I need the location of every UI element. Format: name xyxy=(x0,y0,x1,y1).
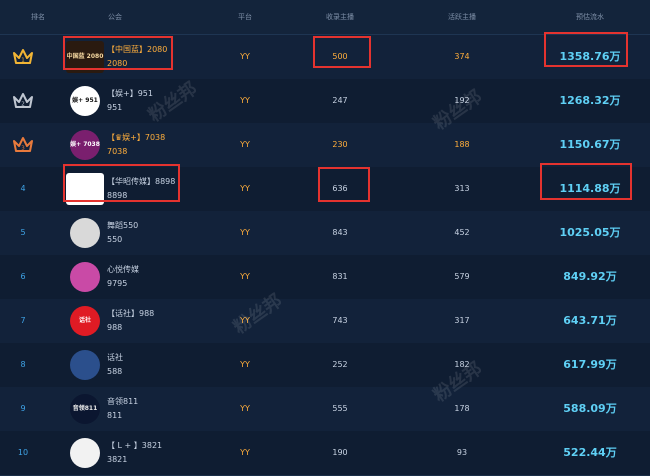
annotation-box-flow-4 xyxy=(540,163,632,200)
rank-number: 4 xyxy=(20,184,26,193)
estimated-flow-cell: 522.44万 xyxy=(563,446,617,459)
platform-cell: YY xyxy=(240,360,250,369)
rank-number: 3 xyxy=(21,146,25,152)
guild-avatar-text: 娱+ 951 xyxy=(72,96,98,104)
estimated-flow-cell: 588.09万 xyxy=(563,402,617,415)
annotation-box-signed-4 xyxy=(318,167,370,202)
platform-cell: YY xyxy=(240,448,250,457)
guild-id: 7038 xyxy=(107,147,128,156)
annotation-box-flow-1 xyxy=(544,32,628,67)
header-guild: 公会 xyxy=(108,13,122,21)
table-row[interactable]: 9 音领811 音领811 811 YY 555 178 588.09万 xyxy=(0,387,650,432)
header-platform: 平台 xyxy=(238,13,252,21)
rank-number: 5 xyxy=(20,228,26,237)
estimated-flow-cell: 1268.32万 xyxy=(559,94,621,107)
annotation-box-guild-4 xyxy=(63,164,180,202)
gold-crown-icon: 1 xyxy=(13,49,33,64)
estimated-flow-cell: 1150.67万 xyxy=(559,138,621,151)
table-row[interactable]: 3 娱+ 7038 【♛娱+】7038 7038 YY 230 188 1150.67万 xyxy=(0,123,650,168)
guild-avatar[interactable] xyxy=(70,262,100,292)
table-row[interactable]: 2 娱+ 951 【娱+】951 951 YY 247 192 1268.32万 xyxy=(0,79,650,124)
platform-cell: YY xyxy=(240,184,250,193)
guild-id: 811 xyxy=(107,411,123,420)
bronze-crown-icon: 3 xyxy=(13,137,33,152)
guild-avatar[interactable]: 娱+ 7038 xyxy=(70,130,100,160)
platform-cell: YY xyxy=(240,228,250,237)
signed-anchors-cell: 831 xyxy=(332,272,348,281)
guild-name[interactable]: 舞蹈550 xyxy=(107,220,138,231)
signed-anchors-cell: 743 xyxy=(332,316,348,325)
rank-number: 6 xyxy=(20,272,26,281)
guild-name[interactable]: 心悦传媒 xyxy=(107,264,139,275)
estimated-flow-cell: 1025.05万 xyxy=(559,226,621,239)
guild-id: 9795 xyxy=(107,279,128,288)
guild-id: 951 xyxy=(107,103,123,112)
guild-avatar-text: 音领811 xyxy=(72,404,98,412)
guild-id: 988 xyxy=(107,323,123,332)
table-row[interactable]: 8 话社 588 YY 252 182 617.99万 xyxy=(0,343,650,388)
guild-id: 588 xyxy=(107,367,123,376)
signed-anchors-cell: 247 xyxy=(332,96,348,105)
guild-id: 3821 xyxy=(107,455,128,464)
rank-number: 1 xyxy=(21,58,25,64)
table-header: 排名 公会 平台 收录主播 活跃主播 预估流水 xyxy=(0,0,650,35)
signed-anchors-cell: 190 xyxy=(332,448,348,457)
rank-number: 10 xyxy=(17,448,29,457)
platform-cell: YY xyxy=(240,140,250,149)
annotation-box-guild-1 xyxy=(63,36,173,70)
platform-cell: YY xyxy=(240,96,250,105)
active-anchors-cell: 93 xyxy=(456,448,468,457)
guild-avatar[interactable] xyxy=(70,438,100,468)
signed-anchors-cell: 843 xyxy=(332,228,348,237)
header-active-anchors: 活跃主播 xyxy=(448,13,476,21)
guild-name[interactable]: 【话社】988 xyxy=(107,308,154,319)
platform-cell: YY xyxy=(240,272,250,281)
signed-anchors-cell: 230 xyxy=(332,140,348,149)
table-row[interactable]: 10 【 L + 】3821 3821 YY 190 93 522.44万 xyxy=(0,431,650,476)
estimated-flow-cell: 849.92万 xyxy=(563,270,617,283)
guild-ranking-board: 排名 公会 平台 收录主播 活跃主播 预估流水 1 中国蓝 2080 【中国蓝】20… xyxy=(0,0,650,476)
guild-id: 550 xyxy=(107,235,123,244)
active-anchors-cell: 374 xyxy=(454,52,470,61)
annotation-box-signed-1 xyxy=(313,36,371,68)
guild-name[interactable]: 话社 xyxy=(107,352,123,363)
estimated-flow-cell: 617.99万 xyxy=(563,358,617,371)
signed-anchors-cell: 252 xyxy=(332,360,348,369)
active-anchors-cell: 317 xyxy=(454,316,470,325)
header-signed-anchors: 收录主播 xyxy=(326,13,354,21)
header-rank: 排名 xyxy=(31,13,45,21)
silver-crown-icon: 2 xyxy=(13,93,33,108)
guild-avatar-text: 话社 xyxy=(78,316,91,324)
active-anchors-cell: 579 xyxy=(454,272,470,281)
active-anchors-cell: 313 xyxy=(454,184,470,193)
rank-number: 9 xyxy=(20,404,26,413)
active-anchors-cell: 452 xyxy=(454,228,470,237)
table-row[interactable]: 7 话社 【话社】988 988 YY 743 317 643.71万 xyxy=(0,299,650,344)
rank-number: 2 xyxy=(21,102,25,108)
guild-avatar[interactable]: 音领811 xyxy=(70,394,100,424)
guild-name[interactable]: 【 L + 】3821 xyxy=(107,440,162,451)
signed-anchors-cell: 555 xyxy=(332,404,348,413)
guild-avatar[interactable]: 娱+ 951 xyxy=(70,86,100,116)
guild-avatar[interactable]: 话社 xyxy=(70,306,100,336)
guild-avatar[interactable] xyxy=(70,218,100,248)
guild-name[interactable]: 【娱+】951 xyxy=(107,88,153,99)
rank-number: 7 xyxy=(20,316,26,325)
table-row[interactable]: 5 舞蹈550 550 YY 843 452 1025.05万 xyxy=(0,211,650,256)
table-row[interactable]: 6 心悦传媒 9795 YY 831 579 849.92万 xyxy=(0,255,650,300)
platform-cell: YY xyxy=(240,52,250,61)
rank-number: 8 xyxy=(20,360,26,369)
guild-avatar[interactable] xyxy=(70,350,100,380)
guild-name[interactable]: 音领811 xyxy=(107,396,138,407)
header-estimated-flow: 预估流水 xyxy=(576,13,604,21)
guild-avatar-text: 娱+ 7038 xyxy=(70,140,100,148)
estimated-flow-cell: 643.71万 xyxy=(563,314,617,327)
platform-cell: YY xyxy=(240,404,250,413)
guild-name[interactable]: 【♛娱+】7038 xyxy=(107,132,165,143)
